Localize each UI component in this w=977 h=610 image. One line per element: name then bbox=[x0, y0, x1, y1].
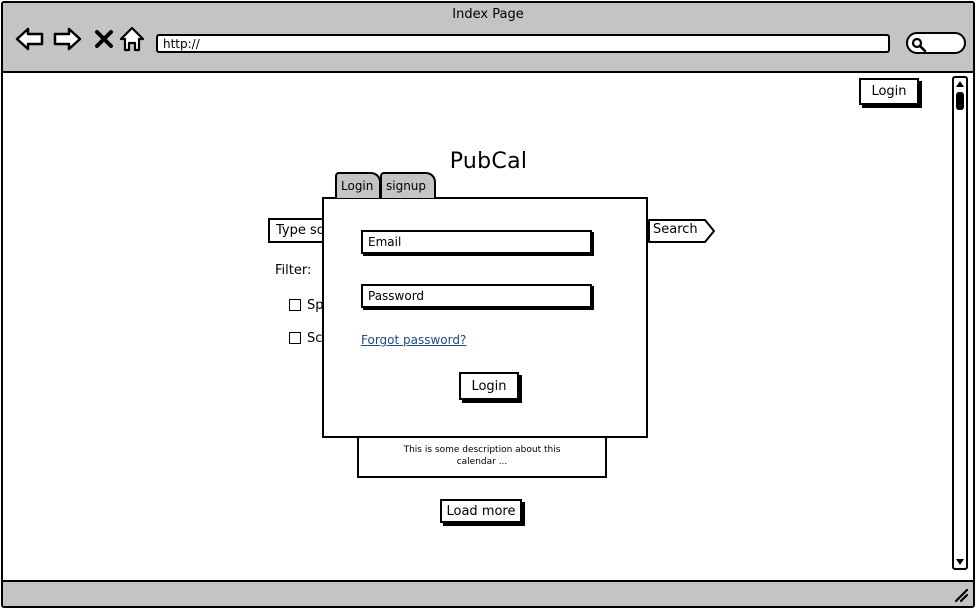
tab-login[interactable]: Login bbox=[335, 172, 381, 198]
window-title: Index Page bbox=[452, 7, 524, 22]
email-field[interactable] bbox=[361, 230, 592, 254]
calendar-card[interactable]: This is some description about this cale… bbox=[357, 436, 607, 478]
search-button[interactable]: Search bbox=[648, 219, 716, 243]
forgot-password-link[interactable]: Forgot password? bbox=[361, 333, 466, 347]
login-submit-button[interactable]: Login bbox=[459, 372, 519, 400]
search-button-label: Search bbox=[653, 222, 698, 237]
header-login-button[interactable]: Login bbox=[859, 78, 919, 105]
forward-arrow-icon[interactable] bbox=[52, 24, 82, 54]
filter-checkbox[interactable] bbox=[289, 332, 301, 344]
scroll-down-icon[interactable] bbox=[955, 558, 965, 566]
tab-signup[interactable]: signup bbox=[380, 172, 436, 198]
resize-grip-icon[interactable] bbox=[953, 587, 969, 603]
browser-search-field[interactable] bbox=[906, 32, 966, 54]
filter-label: Filter: bbox=[275, 263, 312, 278]
back-arrow-icon[interactable] bbox=[15, 24, 45, 54]
calendar-description: This is some description about this cale… bbox=[403, 445, 561, 467]
login-dialog: Forgot password? Login bbox=[322, 197, 648, 438]
browser-statusbar bbox=[3, 580, 973, 606]
load-more-button[interactable]: Load more bbox=[440, 499, 522, 523]
scroll-up-icon[interactable] bbox=[955, 80, 965, 88]
close-icon[interactable] bbox=[89, 24, 119, 54]
search-icon bbox=[911, 37, 927, 53]
filter-option[interactable]: Sc bbox=[289, 331, 323, 346]
home-icon[interactable] bbox=[117, 24, 147, 54]
scrollbar-thumb[interactable] bbox=[956, 92, 964, 110]
password-field[interactable] bbox=[361, 284, 592, 308]
page-title: PubCal bbox=[449, 149, 528, 174]
filter-option-label: Sc bbox=[307, 331, 323, 346]
filter-option[interactable]: Sp bbox=[289, 298, 324, 313]
filter-checkbox[interactable] bbox=[289, 299, 301, 311]
browser-titlebar: Index Page bbox=[3, 3, 973, 73]
url-input[interactable] bbox=[156, 34, 890, 53]
